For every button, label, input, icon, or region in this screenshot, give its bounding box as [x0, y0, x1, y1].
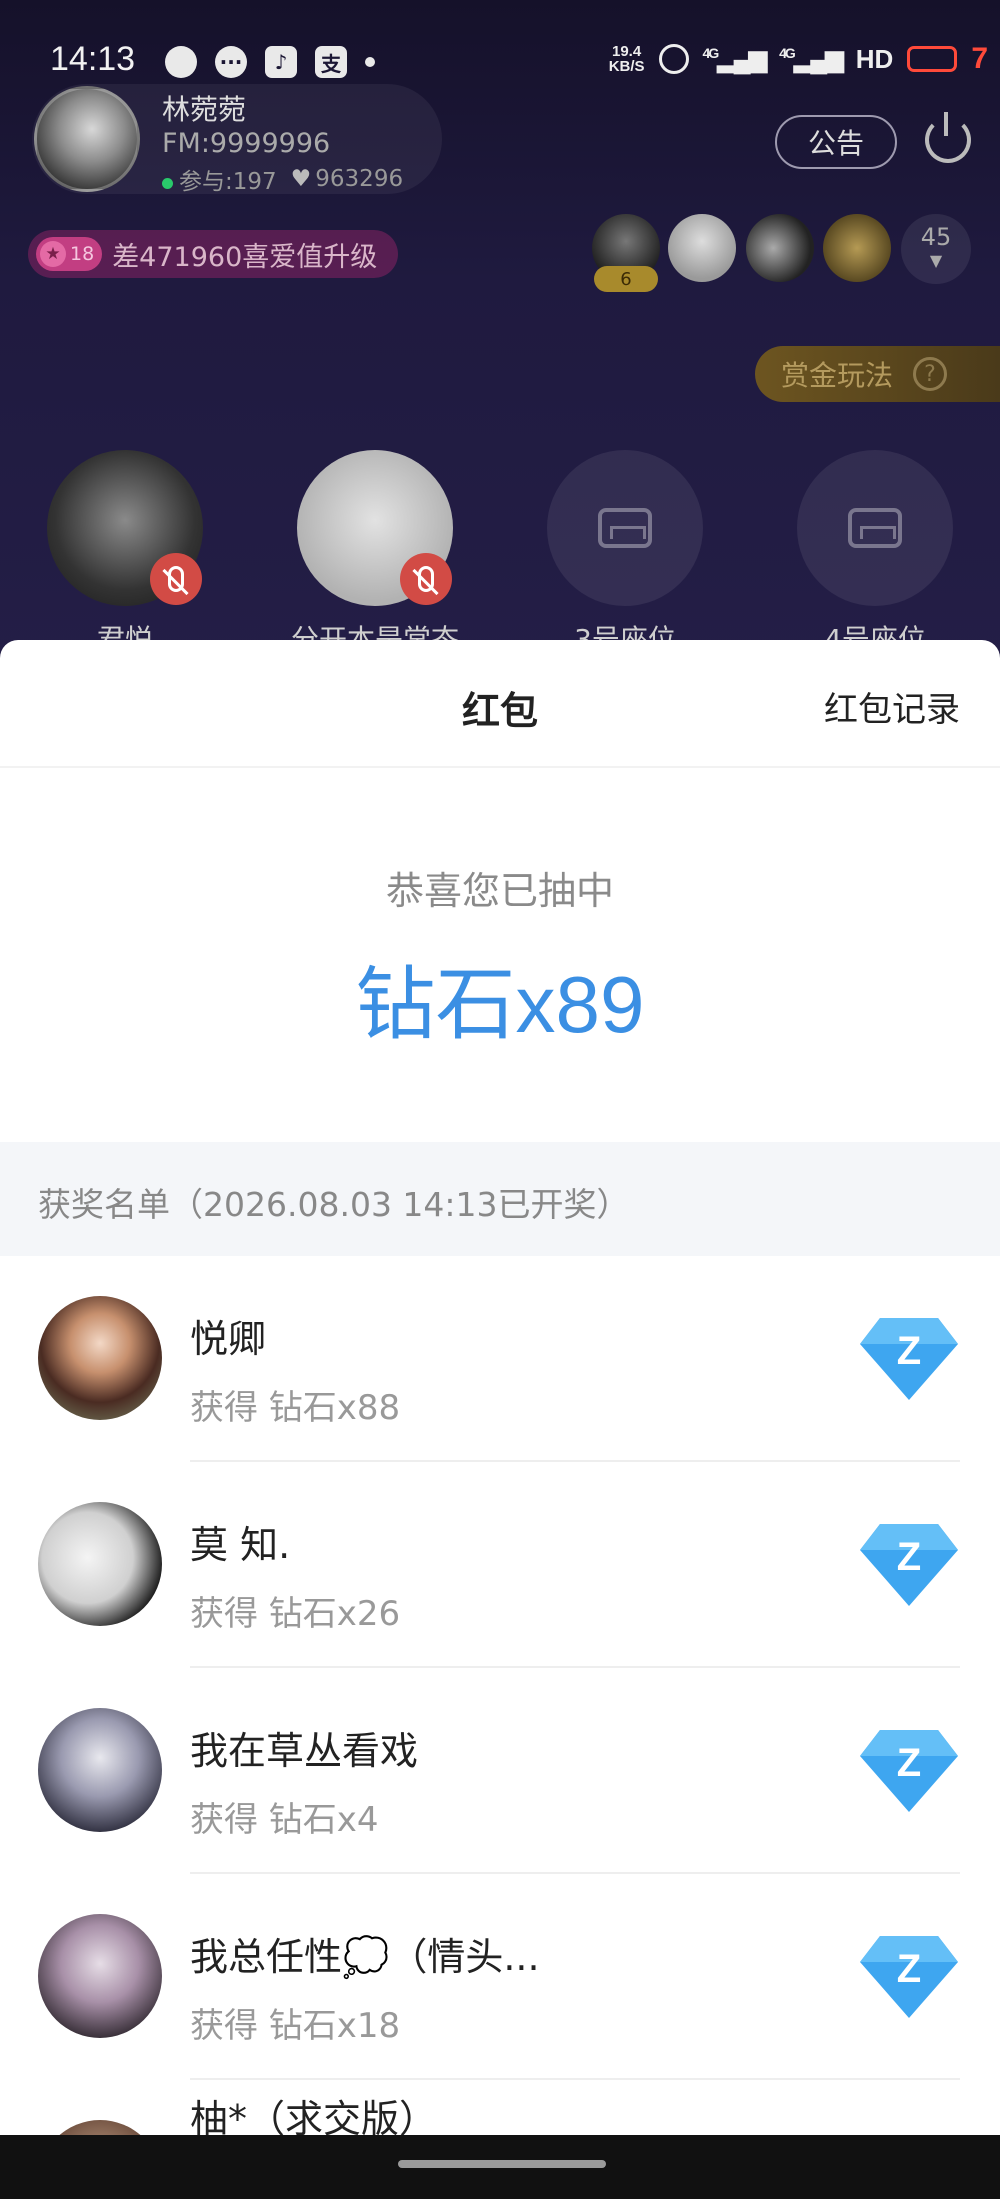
audience-count-button[interactable]: 45 ▼ — [901, 214, 971, 284]
sheet-header: 红包 红包记录 — [0, 640, 1000, 768]
mic-muted-icon — [400, 553, 452, 605]
winner-avatar[interactable] — [38, 1708, 162, 1832]
empty-seat-icon — [848, 508, 902, 548]
winner-avatar[interactable] — [38, 1914, 162, 2038]
audience-rank-badge: 6 — [594, 266, 658, 292]
prize-amount: 钻石x89 — [355, 960, 645, 1049]
tiktok-icon: ♪ — [265, 46, 297, 78]
mic-seat-3[interactable] — [547, 450, 703, 606]
alarm-icon — [658, 44, 689, 74]
red-envelope-sheet: 红包 红包记录 恭喜您已抽中 钻石x89 获奖名单（2026.08.03 14:… — [0, 640, 1000, 2135]
bounty-play-button[interactable]: 赏金玩法 ? — [755, 346, 1000, 402]
winners-header-text: 获奖名单（2026.08.03 14:13已开奖） — [38, 1185, 630, 1224]
likes-count: ♥ 963296 — [290, 166, 404, 192]
level-badge: ★ 18 — [36, 237, 103, 271]
mic-seat-4[interactable] — [797, 450, 953, 606]
winner-name: 我总任性💭（情头... — [190, 1935, 540, 1979]
host-avatar[interactable] — [34, 86, 140, 192]
signal-icon-2: 4G▂▄▆ — [779, 44, 844, 73]
winner-prize: 获得 钻石x88 — [190, 1388, 401, 1428]
online-dot-icon — [162, 178, 173, 189]
winner-name: 悦卿 — [190, 1317, 267, 1361]
level-upgrade-text: 差471960喜爱值升级 — [112, 241, 378, 273]
chevron-down-icon: ▼ — [929, 251, 943, 270]
winner-avatar[interactable] — [38, 1296, 162, 1420]
winner-row[interactable]: 悦卿 获得 钻石x88 Z — [0, 1256, 1000, 1462]
winner-prize: 获得 钻石x4 — [190, 1800, 379, 1840]
diamond-icon: Z — [860, 1318, 958, 1400]
chat-icon: ··· — [215, 46, 247, 78]
congrats-text: 恭喜您已抽中 — [385, 869, 614, 913]
winner-name: 我在草丛看戏 — [190, 1729, 419, 1773]
system-icons: 19.4 KB/S 4G▂▄▆ 4G▂▄▆ HD 7 — [609, 42, 988, 76]
status-bar: 14:13 ··· ♪ 支 19.4 KB/S 4G▂▄▆ 4G▂▄▆ HD 7 — [0, 40, 1000, 84]
battery-level: 7 — [971, 42, 988, 75]
network-speed: 19.4 KB/S — [608, 43, 645, 75]
status-time: 14:13 — [50, 40, 136, 78]
red-envelope-record-link[interactable]: 红包记录 — [824, 682, 960, 731]
more-notifications-icon — [365, 57, 375, 67]
power-icon[interactable] — [925, 112, 971, 163]
room-stats: 参与:197 ♥ 963296 — [162, 162, 403, 196]
notice-button[interactable]: 公告 — [775, 115, 897, 169]
winner-prize: 获得 钻石x26 — [190, 1594, 401, 1634]
host-name: 林菀菀 — [162, 93, 247, 126]
level-progress-pill[interactable]: ★ 18 差471960喜爱值升级 — [28, 230, 398, 278]
winner-row[interactable]: 柚*（求交版） — [0, 2080, 1000, 2135]
audience-avatar[interactable] — [746, 214, 814, 282]
battery-icon — [907, 46, 958, 72]
winner-avatar[interactable] — [38, 1502, 162, 1626]
mic-muted-icon — [150, 553, 202, 605]
svg-text:Z: Z — [897, 1741, 921, 1785]
svg-text:Z: Z — [897, 1947, 921, 1991]
winner-prize: 获得 钻石x18 — [190, 2006, 401, 2046]
room-fm-id: FM:9999996 — [162, 128, 331, 159]
winners-header: 获奖名单（2026.08.03 14:13已开奖） — [0, 1142, 1000, 1256]
audience-avatar[interactable] — [668, 214, 736, 282]
diamond-icon: Z — [860, 1936, 958, 2018]
participants-count: 参与:197 — [162, 162, 277, 196]
winner-row[interactable]: 我总任性💭（情头... 获得 钻石x18 Z — [0, 1874, 1000, 2080]
star-icon: ★ — [40, 241, 66, 267]
alipay-icon: 支 — [315, 46, 347, 78]
svg-text:Z: Z — [897, 1329, 921, 1373]
notification-icons: ··· ♪ 支 — [165, 46, 375, 78]
help-icon[interactable]: ? — [913, 357, 948, 391]
heart-icon: ♥ — [290, 166, 312, 192]
winner-row[interactable]: 莫 知. 获得 钻石x26 Z — [0, 1462, 1000, 1668]
signal-icon-1: 4G▂▄▆ — [702, 44, 768, 73]
diamond-icon: Z — [860, 1524, 958, 1606]
winner-name: 莫 知. — [190, 1523, 291, 1567]
hd-icon: HD — [855, 43, 894, 74]
empty-seat-icon — [598, 508, 652, 548]
svg-text:Z: Z — [897, 1535, 921, 1579]
winner-name: 柚*（求交版） — [190, 2097, 438, 2135]
winner-row[interactable]: 我在草丛看戏 获得 钻石x4 Z — [0, 1668, 1000, 1874]
message-icon — [165, 46, 197, 78]
home-indicator[interactable] — [398, 2160, 606, 2168]
audience-avatar[interactable] — [823, 214, 891, 282]
winner-avatar[interactable] — [38, 2120, 162, 2135]
diamond-icon: Z — [860, 1730, 958, 1812]
voice-room-background: 14:13 ··· ♪ 支 19.4 KB/S 4G▂▄▆ 4G▂▄▆ HD 7… — [0, 0, 1000, 700]
